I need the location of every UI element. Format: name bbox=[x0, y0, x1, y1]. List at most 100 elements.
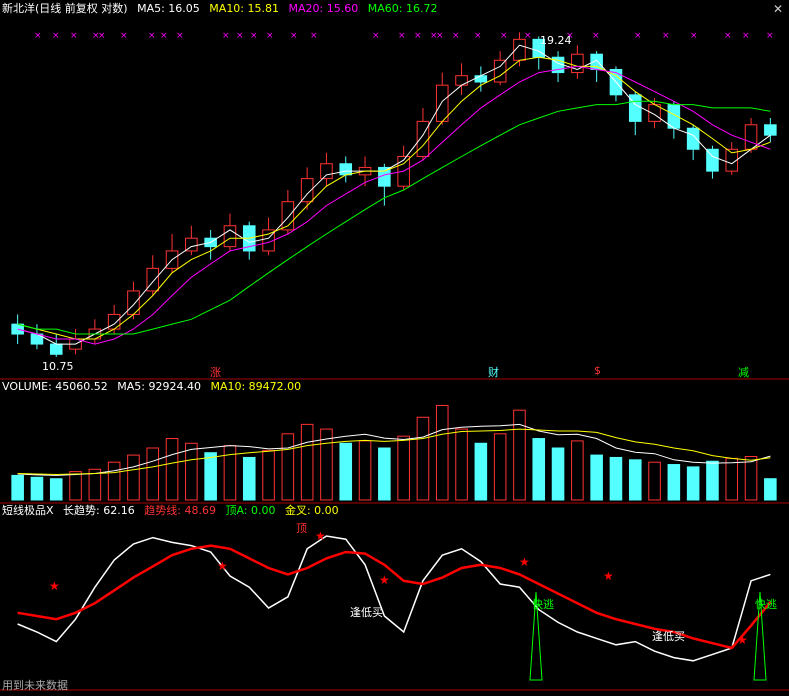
candle-body bbox=[744, 124, 758, 150]
volume-bar bbox=[571, 440, 584, 501]
volume-bar bbox=[165, 438, 179, 501]
volume-bar bbox=[378, 447, 391, 501]
event-dot: × bbox=[250, 31, 258, 41]
volume-bar bbox=[416, 416, 430, 501]
event-dot: × bbox=[398, 31, 406, 41]
candle-body bbox=[320, 163, 333, 180]
quick-escape-label-2: 快逃 bbox=[755, 598, 777, 611]
volume-bar bbox=[242, 456, 256, 501]
price-panel bbox=[11, 32, 777, 357]
volume-bar bbox=[127, 454, 140, 501]
volume-bar bbox=[706, 460, 719, 501]
event-dot: × bbox=[372, 31, 380, 41]
event-dot: × bbox=[98, 31, 106, 41]
volume-bar bbox=[590, 454, 603, 501]
event-dot: × bbox=[236, 31, 244, 41]
event-dot: × bbox=[436, 31, 444, 41]
top-label: 顶 bbox=[296, 522, 307, 535]
event-dot: × bbox=[474, 31, 482, 41]
volume-bar bbox=[339, 442, 353, 501]
future-data-notice: 用到未来数据 bbox=[2, 679, 68, 692]
volume-bar bbox=[11, 474, 24, 501]
chart-canvas: × × × ×× × × × × × × × × × × × × × ×× × × × × × × × × × × × ×★★★★★★★ bbox=[0, 31, 789, 691]
event-dot: × bbox=[742, 31, 750, 41]
event-dollar-marker[interactable]: $ bbox=[594, 364, 601, 377]
event-dot: × bbox=[634, 31, 642, 41]
event-dot: × bbox=[310, 31, 318, 41]
volume-bar bbox=[397, 435, 410, 501]
low-buy-label-2: 逢低买 bbox=[652, 630, 685, 643]
event-dot: × bbox=[160, 31, 168, 41]
high-price-label: 19.24 bbox=[540, 34, 572, 47]
event-dot: × bbox=[290, 31, 298, 41]
candle-body bbox=[49, 343, 63, 355]
volume-bar bbox=[49, 478, 63, 501]
event-dot: × bbox=[724, 31, 732, 41]
candle-body bbox=[339, 163, 353, 176]
event-dot: × bbox=[34, 31, 42, 41]
volume-bar bbox=[435, 404, 449, 501]
volume-bar bbox=[513, 409, 526, 501]
signal-star: ★ bbox=[603, 569, 614, 583]
event-dot: × bbox=[52, 31, 60, 41]
volume-bar bbox=[30, 476, 44, 501]
event-dot: × bbox=[222, 31, 230, 41]
event-dot: × bbox=[120, 31, 128, 41]
event-finance-marker[interactable]: 财 bbox=[488, 364, 499, 380]
event-dot: × bbox=[414, 31, 422, 41]
candle-body bbox=[146, 267, 160, 292]
candle-body bbox=[107, 313, 121, 330]
volume-bar bbox=[764, 478, 777, 501]
volume-bar bbox=[628, 459, 642, 501]
volume-bar bbox=[648, 461, 661, 501]
volume-bar bbox=[686, 466, 700, 501]
volume-bar bbox=[532, 438, 546, 501]
event-dot: × bbox=[70, 31, 78, 41]
event-dot: × bbox=[500, 31, 508, 41]
signal-star: ★ bbox=[315, 529, 326, 543]
volume-bar bbox=[725, 457, 739, 501]
candle-body bbox=[416, 120, 430, 157]
event-dot: × bbox=[592, 31, 600, 41]
event-dot: × bbox=[148, 31, 156, 41]
candle-body bbox=[474, 75, 488, 83]
candle-body bbox=[435, 84, 449, 122]
volume-bar bbox=[300, 423, 314, 501]
event-dot: × bbox=[266, 31, 274, 41]
event-dot: × bbox=[662, 31, 670, 41]
event-dot: × bbox=[766, 31, 774, 41]
volume-bar bbox=[744, 456, 758, 501]
quick-escape-label-1: 快逃 bbox=[532, 598, 554, 611]
event-dot: × bbox=[452, 31, 460, 41]
candle-body bbox=[764, 124, 777, 136]
signal-star: ★ bbox=[379, 573, 390, 587]
volume-bar bbox=[185, 442, 198, 501]
volume-bar bbox=[262, 449, 275, 501]
volume-bar bbox=[493, 433, 507, 501]
candle-body bbox=[493, 59, 507, 83]
signal-star: ★ bbox=[737, 633, 748, 647]
signal-star: ★ bbox=[519, 555, 530, 569]
event-rise-marker[interactable]: 涨 bbox=[210, 364, 221, 380]
volume-bar bbox=[69, 471, 82, 501]
volume-bar bbox=[474, 442, 488, 501]
signal-star: ★ bbox=[217, 559, 228, 573]
volume-bar bbox=[107, 461, 121, 501]
event-dot: × bbox=[690, 31, 698, 41]
volume-bar bbox=[609, 456, 623, 501]
event-dot: × bbox=[176, 31, 184, 41]
event-reduce-marker[interactable]: 减 bbox=[738, 364, 749, 380]
signal-star: ★ bbox=[49, 579, 60, 593]
event-dot: × bbox=[524, 31, 532, 41]
volume-bar bbox=[667, 464, 681, 501]
volume-bar bbox=[281, 433, 295, 501]
low-price-label: 10.75 bbox=[42, 360, 74, 373]
volume-bar bbox=[146, 447, 160, 501]
volume-bar bbox=[551, 447, 565, 501]
annotation-layer: × × × ×× × × × × × × × × × × × × × ×× × × × × × × × × × × × ×★★★★★★★ bbox=[34, 31, 774, 681]
volume-bar bbox=[455, 428, 468, 501]
low-buy-label-1: 逢低买 bbox=[350, 606, 383, 619]
volume-bar bbox=[358, 440, 372, 501]
volume-bar bbox=[204, 452, 217, 501]
candle-body bbox=[686, 127, 700, 150]
